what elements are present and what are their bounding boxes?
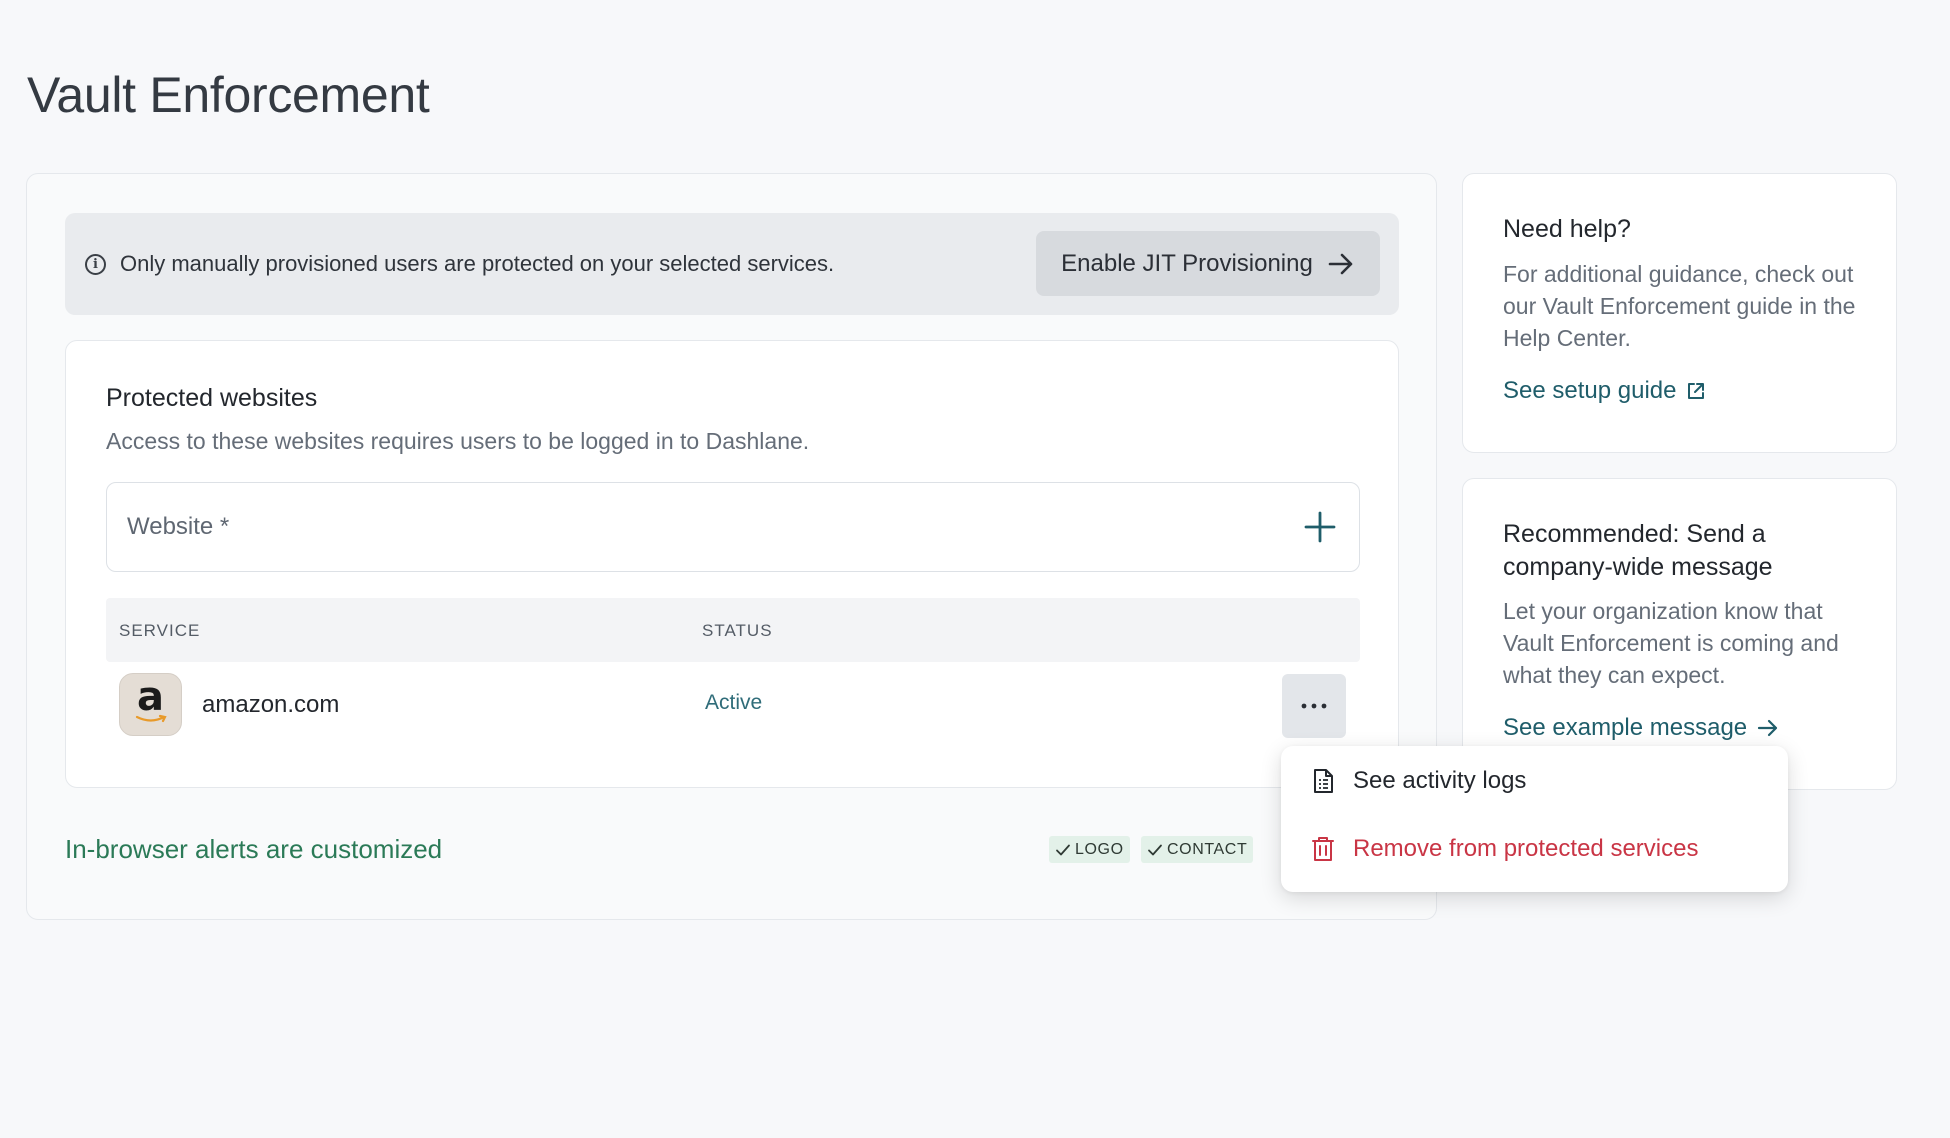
banner-text: Only manually provisioned users are prot…	[120, 251, 835, 276]
setup-guide-label: See setup guide	[1503, 377, 1677, 404]
need-help-description: For additional guidance, check out our V…	[1503, 261, 1856, 351]
protected-websites-title: Protected websites	[106, 384, 318, 412]
need-help-title: Need help?	[1503, 215, 1631, 243]
recommended-description: Let your organization know that Vault En…	[1503, 598, 1839, 688]
amazon-logo-letter: a	[137, 673, 164, 720]
amazon-logo: a	[119, 673, 182, 736]
table-header: SERVICE STATUS	[106, 598, 1360, 662]
website-input-container	[106, 482, 1360, 572]
need-help-card: Need help? For additional guidance, chec…	[1462, 173, 1897, 453]
row-actions-menu: See activity logs Remove from protected …	[1281, 746, 1788, 892]
page-title: Vault Enforcement	[27, 67, 430, 123]
jit-info-banner: i Only manually provisioned users are pr…	[65, 213, 1399, 315]
vault-enforcement-card: i Only manually provisioned users are pr…	[26, 173, 1437, 920]
arrow-right-icon	[1328, 253, 1353, 274]
browser-alerts-link[interactable]: In-browser alerts are customized	[65, 834, 442, 865]
plus-icon[interactable]	[1303, 510, 1337, 544]
more-actions-button[interactable]	[1282, 674, 1346, 738]
menu-item-remove-from-protected-services[interactable]: Remove from protected services	[1309, 835, 1698, 863]
jit-button-label: Enable JIT Provisioning	[1061, 249, 1313, 277]
trash-icon	[1312, 837, 1334, 861]
recommended-message-card: Recommended: Send a company-wide message…	[1462, 478, 1897, 790]
website-input[interactable]	[107, 483, 1359, 571]
document-icon	[1314, 769, 1333, 793]
amazon-smile-icon	[135, 714, 167, 722]
service-name: amazon.com	[202, 691, 340, 718]
menu-item-label: See activity logs	[1353, 767, 1527, 794]
see-example-message-link[interactable]: See example message	[1503, 714, 1779, 742]
logo-badge-label: LOGO	[1075, 840, 1124, 858]
see-setup-guide-link[interactable]: See setup guide	[1503, 377, 1706, 405]
column-header-status[interactable]: STATUS	[702, 621, 773, 641]
status-badge: Active	[705, 691, 763, 714]
recommended-title: Recommended: Send a company-wide message	[1503, 520, 1773, 581]
info-icon: i	[85, 253, 106, 275]
contact-badge-label: CONTACT	[1167, 840, 1248, 858]
enable-jit-provisioning-button[interactable]: Enable JIT Provisioning	[1036, 231, 1380, 296]
contact-badge: CONTACT	[1141, 836, 1254, 863]
menu-item-label: Remove from protected services	[1353, 835, 1699, 862]
example-message-label: See example message	[1503, 714, 1748, 741]
arrow-right-icon	[1758, 719, 1778, 737]
protected-websites-card: Protected websites Access to these websi…	[65, 340, 1399, 788]
check-icon	[1056, 844, 1070, 855]
table-row: a amazon.com Active	[106, 662, 1360, 752]
logo-badge: LOGO	[1049, 836, 1130, 863]
protected-websites-description: Access to these websites requires users …	[106, 428, 810, 454]
menu-item-see-activity-logs[interactable]: See activity logs	[1309, 767, 1526, 795]
column-header-service[interactable]: SERVICE	[119, 621, 200, 641]
external-link-icon	[1688, 383, 1705, 399]
check-icon	[1148, 844, 1162, 855]
more-horizontal-icon	[1301, 703, 1327, 709]
